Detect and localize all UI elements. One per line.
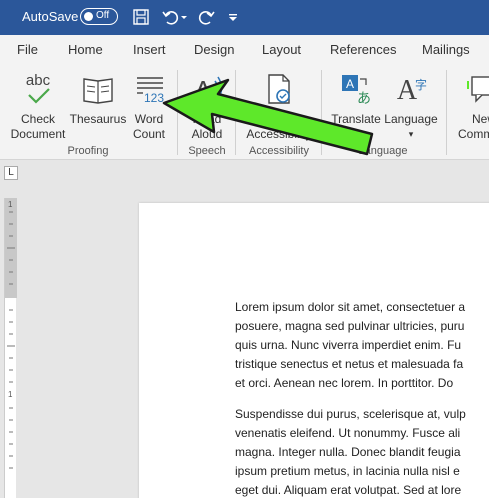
svg-text:A: A	[194, 75, 212, 105]
word-count-button[interactable]: 123 Word Count	[126, 71, 172, 142]
translate-label: Translate	[331, 112, 381, 126]
ribbon-tabs: File Home Insert Design Layout Reference…	[0, 35, 489, 65]
book-icon	[83, 78, 113, 104]
read-aloud-icon: A	[194, 75, 223, 105]
save-icon[interactable]	[130, 6, 152, 28]
text-line: ipsum pretium metus, in lacinia nulla ni…	[235, 464, 460, 478]
thesaurus-button[interactable]: Thesaurus	[68, 71, 128, 127]
read-aloud-label-1: Read	[192, 112, 222, 126]
spelling-check-icon: abc	[26, 72, 51, 104]
new-comment-icon	[467, 76, 489, 103]
autosave-state: Off	[96, 10, 110, 21]
language-label: Language	[384, 112, 438, 126]
read-aloud-button[interactable]: A Read Aloud	[182, 71, 232, 142]
tab-layout[interactable]: Layout	[262, 42, 301, 57]
group-language: Language	[358, 145, 408, 157]
text-line: venenatis eleifend. Ut nonummy. Fusce al…	[235, 426, 461, 440]
language-dropdown-icon: ▾	[408, 129, 414, 139]
check-accessibility-label-2: Accessibility	[246, 127, 312, 141]
svg-text:A: A	[346, 77, 354, 91]
check-document-button[interactable]: abc Check Document	[8, 71, 68, 142]
tab-design[interactable]: Design	[194, 42, 234, 57]
new-comment-label-1: New	[472, 112, 489, 126]
word-count-label-2: Count	[132, 127, 166, 141]
svg-text:123: 123	[144, 91, 164, 105]
toggle-knob	[84, 11, 93, 21]
word-count-label-1: Word	[134, 112, 164, 126]
review-ribbon: abc Check Document Thesaurus 123 Word Co…	[0, 65, 489, 160]
check-document-label-1: Check	[20, 112, 55, 126]
accessibility-icon	[268, 74, 290, 104]
svg-text:abc: abc	[26, 72, 51, 89]
text-line: posuere, magna sed pulvinar ultricies, p…	[235, 319, 465, 333]
new-comment-button[interactable]: New Comment	[452, 71, 489, 142]
check-document-label-2: Document	[10, 127, 66, 141]
svg-text:あ: あ	[357, 91, 371, 107]
text-line: et orci. Aenean nec lorem. In porttitor.…	[235, 376, 454, 390]
ruler-ticks	[7, 211, 15, 469]
document-page[interactable]: Lorem ipsum dolor sit amet, consectetuer…	[139, 203, 489, 498]
check-accessibility-button[interactable]: Check Accessibility	[240, 71, 318, 142]
tab-mailings[interactable]: Mailings	[422, 42, 470, 57]
tab-file[interactable]: File	[17, 42, 38, 57]
read-aloud-label-2: Aloud	[191, 127, 223, 141]
title-bar: AutoSave Off	[0, 0, 489, 35]
tab-insert[interactable]: Insert	[133, 42, 166, 57]
group-proofing: Proofing	[67, 145, 109, 157]
svg-text:字: 字	[415, 77, 427, 92]
new-comment-label-2: Comment	[458, 127, 489, 141]
word-count-icon: 123	[137, 77, 164, 105]
translate-dropdown-icon: ▾	[353, 129, 359, 139]
text-line: quis urna. Nunc viverra imperdiet enim. …	[235, 338, 462, 352]
thesaurus-label: Thesaurus	[69, 112, 127, 126]
group-separator	[446, 70, 447, 155]
group-separator	[235, 70, 236, 155]
vertical-ruler[interactable]: 1 1	[4, 198, 17, 498]
text-line: Lorem ipsum dolor sit amet, consectetuer…	[235, 300, 466, 314]
language-icon: A 字	[397, 75, 427, 106]
ruler-number: 1	[8, 390, 13, 399]
group-accessibility: Accessibility	[249, 145, 309, 157]
group-separator	[177, 70, 178, 155]
redo-icon[interactable]	[195, 6, 217, 28]
text-line: magna. Integer nulla. Donec blandit feug…	[235, 445, 461, 459]
autosave-toggle[interactable]: Off	[80, 8, 118, 25]
autosave-label: AutoSave	[22, 9, 79, 24]
text-line: eget dui. Aliquam erat volutpat. Sed at …	[235, 483, 462, 497]
paragraph-1[interactable]: Lorem ipsum dolor sit amet, consectetuer…	[235, 298, 489, 393]
group-separator	[321, 70, 322, 155]
language-button[interactable]: A 字 Language ▾	[382, 71, 440, 142]
customize-quick-access-icon[interactable]	[226, 6, 240, 28]
group-speech: Speech	[188, 145, 226, 157]
paragraph-2[interactable]: Suspendisse dui purus, scelerisque at, v…	[235, 405, 489, 498]
ruler-number: 1	[8, 200, 13, 209]
check-accessibility-label-1: Check	[261, 112, 296, 126]
text-line: tristique senectus et netus et malesuada…	[235, 357, 464, 371]
translate-icon: A あ	[342, 75, 371, 107]
text-line: Suspendisse dui purus, scelerisque at, v…	[235, 407, 466, 421]
undo-dropdown-icon[interactable]	[178, 6, 190, 28]
tab-references[interactable]: References	[330, 42, 396, 57]
tab-home[interactable]: Home	[68, 42, 103, 57]
tab-selector[interactable]: L	[4, 166, 18, 180]
translate-button[interactable]: A あ Translate ▾	[326, 71, 386, 142]
